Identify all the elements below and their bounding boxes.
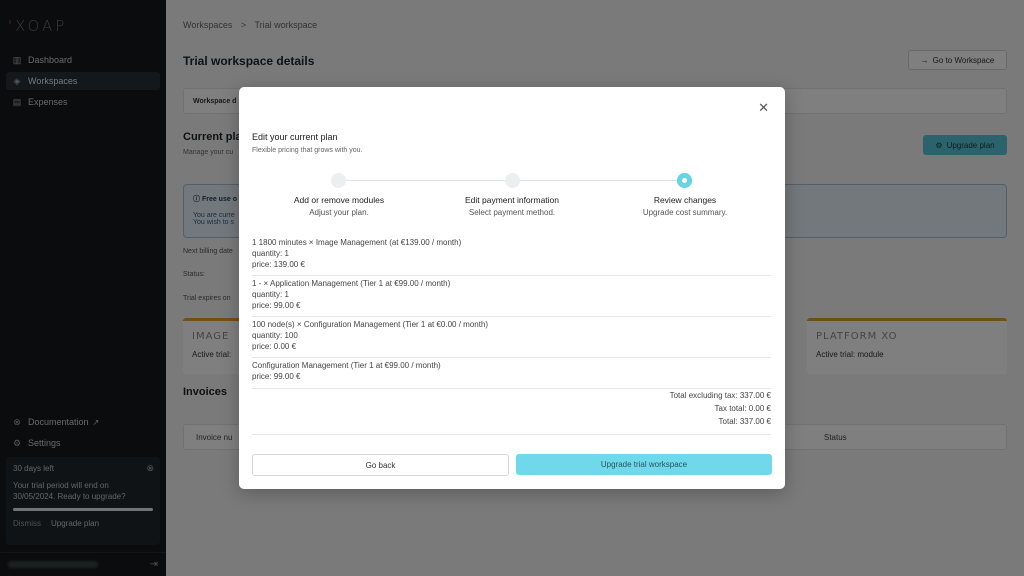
list-item: 1 - × Application Management (Tier 1 at … <box>252 276 771 317</box>
item-quantity: quantity: 1 <box>252 249 289 258</box>
step-dot-active <box>677 173 692 188</box>
list-item: Configuration Management (Tier 1 at €99.… <box>252 358 771 389</box>
item-description: 100 node(s) × Configuration Management (… <box>252 320 489 329</box>
item-price: price: 139.00 € <box>252 260 305 269</box>
totals-summary: Total excluding tax: 337.00 € Tax total:… <box>252 389 771 435</box>
item-description: 1 - × Application Management (Tier 1 at … <box>252 279 451 288</box>
upgrade-trial-workspace-button[interactable]: Upgrade trial workspace <box>516 454 772 475</box>
item-price: price: 99.00 € <box>252 372 301 381</box>
close-icon[interactable]: ✕ <box>758 101 769 114</box>
item-description: Configuration Management (Tier 1 at €99.… <box>252 361 441 370</box>
tax-total: Tax total: 0.00 € <box>714 404 771 413</box>
list-item: 1 1800 minutes × Image Management (at €1… <box>252 235 771 276</box>
item-price: price: 0.00 € <box>252 342 297 351</box>
grand-total: Total: 337.00 € <box>718 417 771 426</box>
item-price: price: 99.00 € <box>252 301 301 310</box>
step-label: Review changes <box>653 195 717 205</box>
step-label: Add or remove modules <box>293 195 385 205</box>
list-item: 100 node(s) × Configuration Management (… <box>252 317 771 358</box>
item-quantity: quantity: 100 <box>252 331 298 340</box>
total-excluding-tax: Total excluding tax: 337.00 € <box>669 391 771 400</box>
step-desc: Select payment method. <box>468 208 556 217</box>
step-dot <box>505 173 520 188</box>
step-desc: Adjust your plan. <box>309 208 369 217</box>
modal-subtitle: Flexible pricing that grows with you. <box>252 147 363 154</box>
step-label: Edit payment information <box>464 195 560 205</box>
go-back-button[interactable]: Go back <box>252 454 509 476</box>
edit-plan-modal: ✕ Edit your current plan Flexible pricin… <box>239 87 785 489</box>
plan-items-list: 1 1800 minutes × Image Management (at €1… <box>252 235 771 389</box>
item-quantity: quantity: 1 <box>252 290 289 299</box>
step-desc: Upgrade cost summary. <box>642 208 728 217</box>
step-dot <box>331 173 346 188</box>
item-description: 1 1800 minutes × Image Management (at €1… <box>252 238 462 247</box>
modal-title: Edit your current plan <box>252 132 338 142</box>
